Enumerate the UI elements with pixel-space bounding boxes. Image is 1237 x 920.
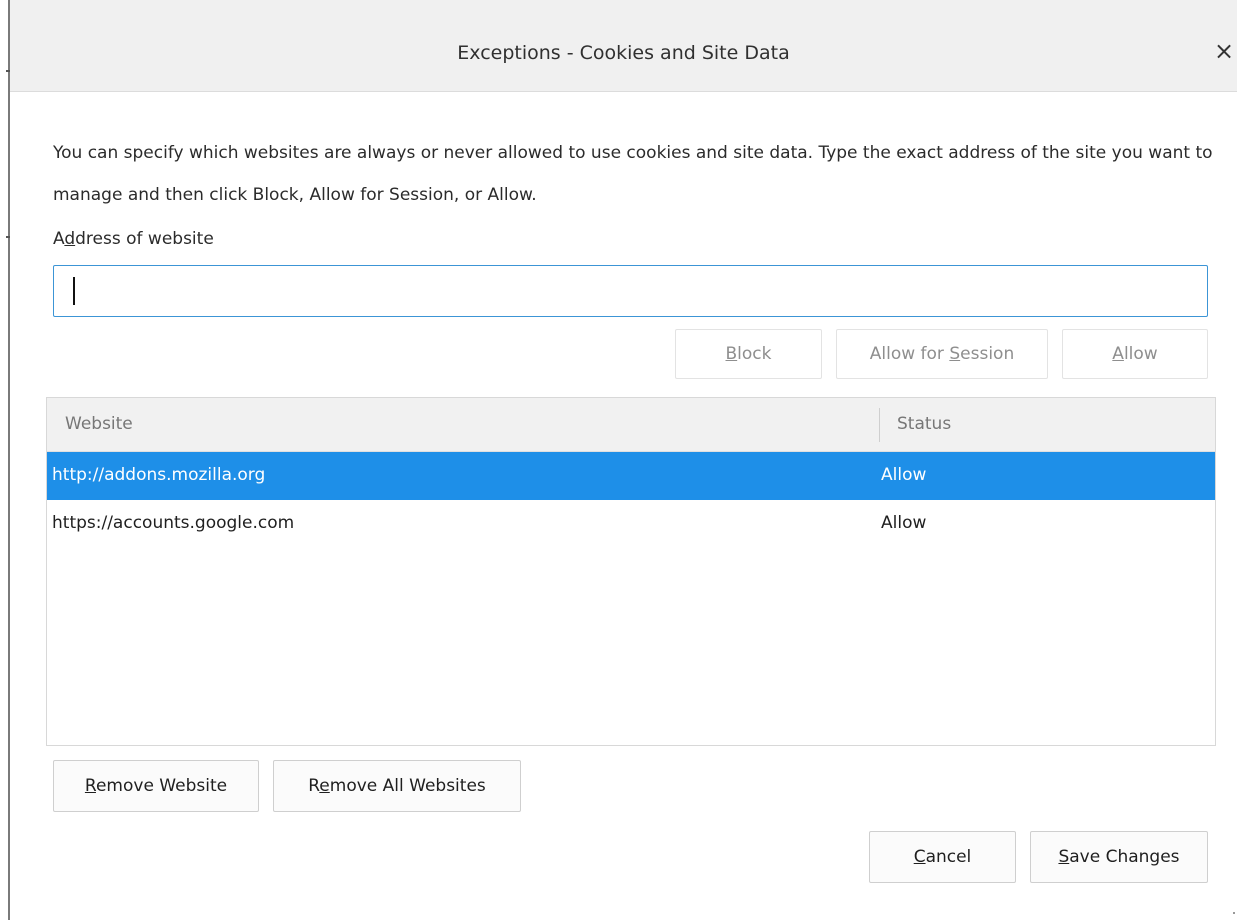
btn-text: emove Website	[95, 776, 228, 796]
exceptions-dialog: Exceptions - Cookies and Site Data × You…	[10, 0, 1237, 920]
btn-accesskey: R	[84, 776, 96, 796]
allow-button[interactable]: Allow	[1062, 329, 1208, 379]
close-icon[interactable]: ×	[1213, 38, 1235, 64]
column-separator[interactable]	[879, 408, 880, 442]
btn-text: ancel	[925, 847, 972, 867]
remove-all-websites-button[interactable]: Remove All Websites	[273, 760, 521, 812]
btn-text: ession	[960, 344, 1015, 364]
website-cell: http://addons.mozilla.org	[52, 465, 266, 485]
column-header-website[interactable]: Website	[65, 414, 133, 434]
table-header: Website Status	[47, 398, 1215, 452]
remove-website-button[interactable]: Remove Website	[53, 760, 259, 812]
address-label-part: A	[53, 229, 65, 249]
background-window-edge	[0, 0, 10, 920]
block-button[interactable]: Block	[675, 329, 822, 379]
status-cell: Allow	[881, 513, 927, 533]
btn-accesskey: e	[319, 776, 330, 796]
text-caret	[73, 277, 75, 305]
exceptions-table: Website Status http://addons.mozilla.org…	[46, 397, 1216, 746]
btn-accesskey: S	[949, 344, 961, 364]
save-changes-button[interactable]: Save Changes	[1030, 831, 1208, 883]
address-label: Address of website	[53, 229, 214, 249]
website-cell: https://accounts.google.com	[52, 513, 295, 533]
btn-text: lock	[737, 344, 772, 364]
dialog-title: Exceptions - Cookies and Site Data	[457, 42, 790, 64]
btn-text: ave Changes	[1069, 847, 1180, 867]
column-header-status[interactable]: Status	[897, 414, 951, 434]
address-label-part: dress of website	[75, 229, 214, 249]
status-cell: Allow	[881, 465, 927, 485]
btn-text: move All Websites	[329, 776, 486, 796]
table-row[interactable]: https://accounts.google.com Allow	[47, 500, 1215, 548]
resize-grip[interactable]	[1233, 912, 1235, 914]
btn-accesskey: C	[913, 847, 926, 867]
btn-text: R	[308, 776, 320, 796]
title-bar: Exceptions - Cookies and Site Data ×	[10, 0, 1237, 92]
btn-text: llow	[1123, 344, 1158, 364]
allow-for-session-button[interactable]: Allow for Session	[836, 329, 1048, 379]
website-address-input[interactable]	[53, 265, 1208, 317]
description-text: You can specify which websites are alway…	[53, 143, 1213, 205]
table-row[interactable]: http://addons.mozilla.org Allow	[47, 452, 1215, 500]
btn-accesskey: A	[1112, 344, 1124, 364]
cancel-button[interactable]: Cancel	[869, 831, 1016, 883]
btn-accesskey: S	[1058, 847, 1070, 867]
address-label-accesskey: d	[64, 229, 76, 249]
btn-text: Allow for	[869, 344, 950, 364]
btn-accesskey: B	[725, 344, 738, 364]
